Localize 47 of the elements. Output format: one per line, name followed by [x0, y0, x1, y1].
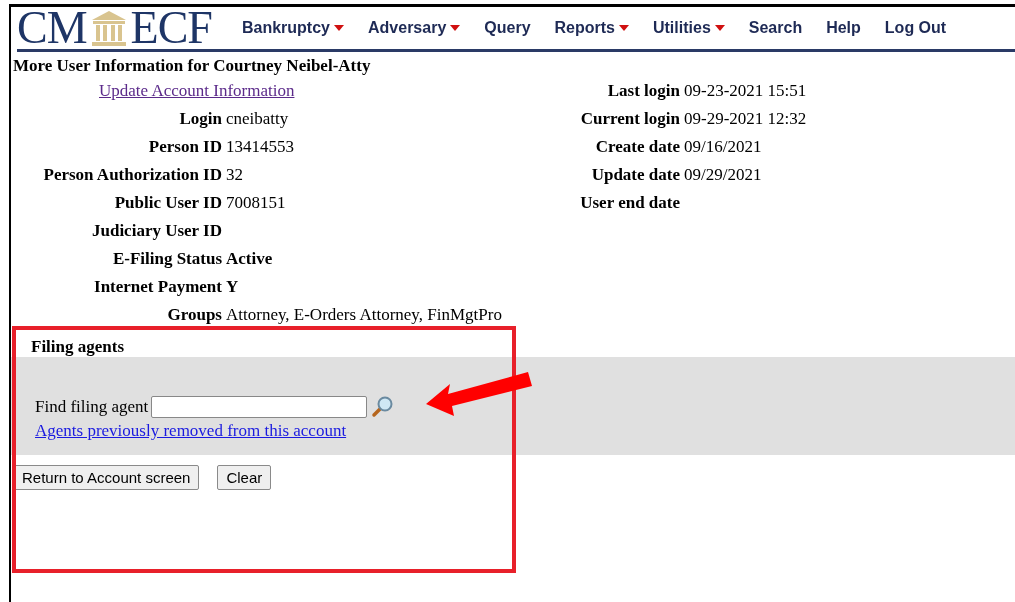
form-button[interactable]: Clear — [217, 465, 272, 490]
field-label: Update date — [590, 165, 680, 185]
field-value: 13414553 — [226, 137, 295, 157]
field-label: Create date — [594, 137, 680, 157]
page-title: More User Information for Courtney Neibel-Atty — [13, 55, 372, 77]
field-label: Find filing agent — [35, 397, 149, 417]
menu-item[interactable]: Bankruptcy — [229, 19, 356, 37]
field-label: Current login — [579, 109, 680, 129]
caret-icon — [619, 25, 629, 31]
field-label: Judiciary User ID — [91, 221, 222, 241]
field-label: E-Filing Status — [111, 249, 222, 269]
logo-text: CM — [17, 5, 87, 51]
field-value: cneibatty — [226, 109, 290, 129]
menu-item[interactable]: Utilities — [641, 19, 737, 37]
field-value: Attorney, E-Orders Attorney, FinMgtPro — [226, 305, 503, 325]
menu-item[interactable]: Query — [472, 19, 543, 37]
field-value: 7008151 — [226, 193, 287, 213]
form-button[interactable]: Return to Account screen — [13, 465, 200, 490]
field-label: User end date — [579, 193, 680, 213]
field-value: 09-29-2021 12:32 — [684, 109, 807, 129]
field-label: Groups — [166, 305, 222, 325]
field-label: Internet Payment — [93, 277, 222, 297]
update-account-link[interactable]: Update Account Information — [11, 81, 295, 101]
caret-icon — [714, 25, 725, 31]
field-value: 09-23-2021 15:51 — [684, 81, 807, 101]
menu-item[interactable]: Adversary — [356, 19, 473, 37]
field-value: Active — [226, 249, 274, 269]
search-icon[interactable] — [370, 395, 395, 419]
menu-item[interactable]: Search — [736, 19, 815, 37]
field-label: Last login — [606, 81, 680, 101]
caret-icon — [450, 25, 461, 31]
field-value: 09/16/2021 — [684, 137, 763, 157]
menu-item[interactable]: Reports — [542, 19, 641, 37]
field-value: Y — [226, 277, 240, 297]
field-label: Login — [178, 109, 222, 129]
caret-icon — [334, 25, 344, 31]
section-heading: Filing agents — [31, 337, 126, 357]
field-label: Public User ID — [113, 193, 222, 213]
removed-agents-link[interactable]: Agents previously removed from this account — [35, 421, 347, 441]
field-value: 32 — [226, 165, 244, 185]
field-value: 09/29/2021 — [684, 165, 763, 185]
agent-search-field[interactable] — [151, 396, 368, 418]
logo-text: ECF — [130, 5, 212, 51]
field-label: Person Authorization ID — [42, 165, 222, 185]
field-label: Person ID — [147, 137, 222, 157]
menu-item[interactable]: Log Out — [872, 19, 959, 37]
menu-item[interactable]: Help — [814, 19, 873, 37]
